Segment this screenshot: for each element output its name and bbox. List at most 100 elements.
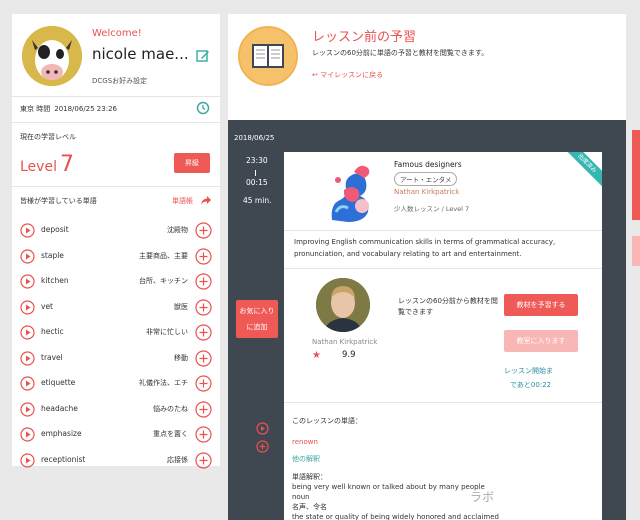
materials-notice: レッスンの60分前から教材を閲覧できます xyxy=(398,297,498,316)
add-icon[interactable] xyxy=(195,247,212,265)
countdown-line1: レッスン開始ま xyxy=(504,367,553,375)
word-english: receptionist xyxy=(41,454,86,464)
play-icon[interactable] xyxy=(20,274,35,289)
level-display: Level 7 xyxy=(20,152,74,177)
word-row: kitchen 台所、キッチン xyxy=(12,271,220,296)
play-icon[interactable] xyxy=(20,248,35,264)
enter-classroom-button[interactable]: 教室に入ります xyxy=(504,330,578,352)
word-row: travel 移動 xyxy=(12,348,220,373)
words-heading: 皆様が学習している単語 xyxy=(20,197,97,205)
time-value: 2018/06/25 23:26 xyxy=(54,105,117,113)
explanation-line: noun xyxy=(292,493,310,501)
preferences-link[interactable]: DCGSお好み設定 xyxy=(92,76,147,86)
vocab-explanation: 単語解釈： being very well known or talked ab… xyxy=(292,472,499,520)
wordbook-link[interactable]: 単語帳 xyxy=(172,196,193,206)
word-english: headache xyxy=(41,403,78,413)
word-japanese: 主要商品、主要 xyxy=(139,251,188,260)
word-japanese: 礼儀作法、エチ xyxy=(139,379,188,387)
word-row: hectic 非常に忙しい xyxy=(12,322,220,347)
explanation-label: 単語解釈： xyxy=(292,473,327,481)
add-icon[interactable] xyxy=(195,375,212,392)
vocab-play-icon[interactable] xyxy=(256,422,269,435)
back-arrow-icon: ↩ xyxy=(312,71,321,79)
divider xyxy=(284,402,602,403)
vocab-add-icon[interactable] xyxy=(256,440,269,453)
start-time: 23:30 xyxy=(246,156,268,165)
word-english: kitchen xyxy=(41,276,69,285)
word-english: staple xyxy=(41,250,64,260)
tokyo-time: 東京 時間 2018/06/25 23:26 xyxy=(20,104,117,114)
play-icon[interactable] xyxy=(20,299,35,315)
attended-ribbon: 出席済み xyxy=(562,152,602,188)
play-icon[interactable] xyxy=(20,376,35,391)
play-icon[interactable] xyxy=(20,427,35,442)
add-icon[interactable] xyxy=(195,298,212,316)
teacher-rating: 9.9 xyxy=(342,350,356,360)
add-icon[interactable] xyxy=(195,273,212,290)
word-row: emphasize 重点を置く xyxy=(12,424,220,449)
user-avatar[interactable] xyxy=(22,26,82,86)
add-icon[interactable] xyxy=(195,426,212,443)
favorite-line2: に追加 xyxy=(246,323,268,331)
history-icon[interactable] xyxy=(196,101,210,115)
share-icon[interactable] xyxy=(200,194,212,206)
page-title: レッスン前の予習 xyxy=(312,30,417,45)
divider xyxy=(284,268,602,269)
word-japanese: 台所、キッチン xyxy=(139,277,188,285)
course-title: Famous designers xyxy=(394,160,462,169)
word-row: headache 悩みのたね xyxy=(12,399,220,424)
play-icon[interactable] xyxy=(20,325,35,340)
upgrade-button[interactable]: 昇級 xyxy=(174,153,210,173)
side-tab[interactable] xyxy=(632,130,640,220)
course-meta: 少人数レッスン / Level 7 xyxy=(394,205,470,213)
divider xyxy=(12,122,220,123)
level-number: 7 xyxy=(59,152,74,177)
word-english: hectic xyxy=(41,327,64,336)
level-word: Level xyxy=(20,159,57,175)
word-japanese: 悩みのたね xyxy=(153,404,188,413)
add-icon[interactable] xyxy=(195,349,212,367)
add-icon[interactable] xyxy=(195,324,212,341)
level-label: 現在の学習レベル xyxy=(20,133,76,141)
word-japanese: 応接係 xyxy=(167,455,188,464)
word-row: deposit 沈殿物 xyxy=(12,220,220,245)
add-icon[interactable] xyxy=(195,222,212,239)
teacher-photo[interactable] xyxy=(316,278,370,332)
edit-icon[interactable] xyxy=(196,49,210,63)
explanation-line: being very well known or talked about by… xyxy=(292,483,485,491)
play-icon[interactable] xyxy=(20,223,35,238)
play-icon[interactable] xyxy=(20,401,35,417)
add-favorite-button[interactable]: お気に入り に追加 xyxy=(236,300,278,338)
play-icon[interactable] xyxy=(20,452,35,468)
watermark: ラボ xyxy=(470,490,495,504)
word-english: emphasize xyxy=(41,429,82,438)
play-icon[interactable] xyxy=(20,350,35,366)
word-japanese: 獣医 xyxy=(174,302,188,311)
word-row: etiquette 礼儀作法、エチ xyxy=(12,373,220,398)
lesson-area: 2018/06/25 23:30 00:15 45 min. お気に入り に追加 … xyxy=(228,120,626,520)
time-separator xyxy=(255,170,256,176)
preview-materials-button[interactable]: 教材を予習する xyxy=(504,294,578,316)
duration: 45 min. xyxy=(243,196,272,205)
lesson-countdown: レッスン開始ま であと00:22 xyxy=(504,364,553,392)
explanation-line: 名声、令名 xyxy=(292,503,327,511)
side-tab[interactable] xyxy=(632,236,640,266)
countdown-line2: であと00:22 xyxy=(510,381,552,389)
lesson-card: 出席済み Famous designers アート・エンタメ Nathan Ki… xyxy=(284,152,602,520)
divider xyxy=(284,230,602,231)
word-english: travel xyxy=(41,352,63,362)
lesson-date: 2018/06/25 xyxy=(234,134,275,142)
course-teacher[interactable]: Nathan Kirkpatrick xyxy=(394,188,459,196)
add-icon[interactable] xyxy=(195,451,212,469)
word-english: etiquette xyxy=(41,378,76,387)
add-icon[interactable] xyxy=(195,400,212,418)
lesson-panel: レッスン前の予習 レッスンの60分前に単語の予習と教材を閲覧できます。 ↩ マイ… xyxy=(228,14,626,520)
other-interpretation-link[interactable]: 他の解釈 xyxy=(292,454,320,464)
word-row: staple 主要商品、主要 xyxy=(12,246,220,271)
end-time: 00:15 xyxy=(246,178,268,187)
favorite-line1: お気に入り xyxy=(239,307,275,315)
word-japanese: 重点を置く xyxy=(153,430,188,438)
category-tag: アート・エンタメ xyxy=(394,172,458,186)
back-link[interactable]: ↩ マイレッスンに戻る xyxy=(312,70,383,80)
divider xyxy=(12,186,220,187)
